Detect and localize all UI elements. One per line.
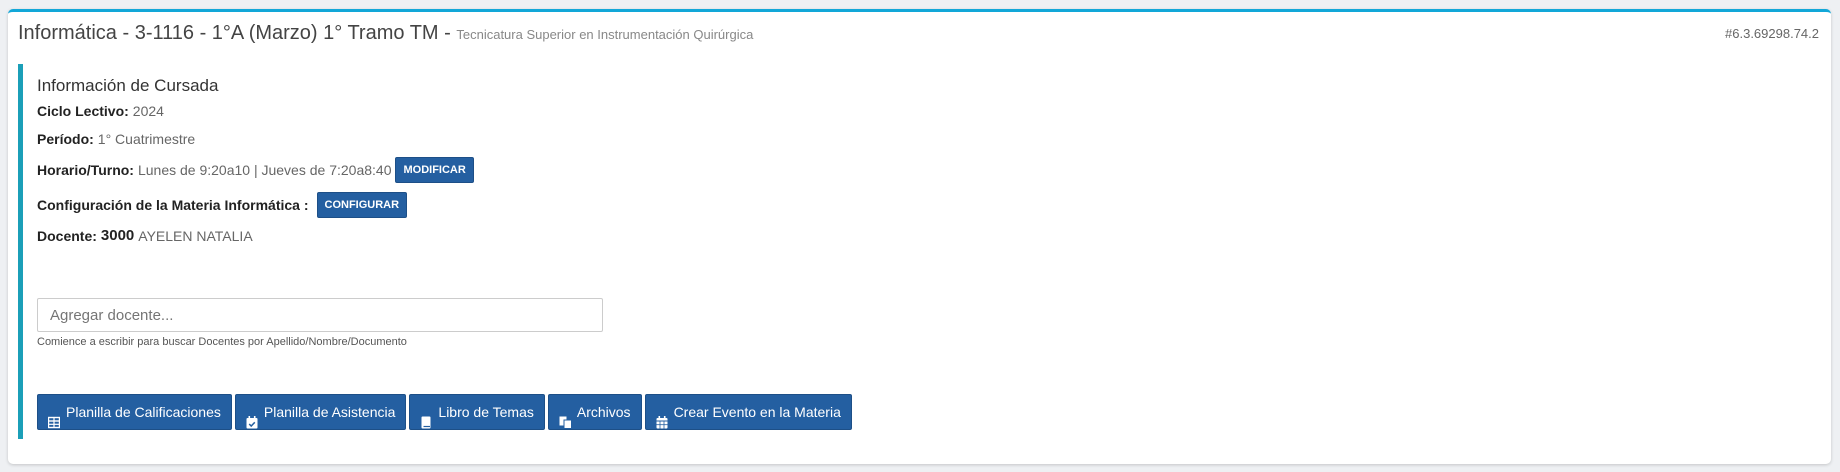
config-label: Configuración de la Materia Informática … bbox=[37, 197, 309, 213]
docente-name: AYELEN NATALIA bbox=[138, 227, 253, 244]
planilla-asistencia-button[interactable]: Planilla de Asistencia bbox=[234, 394, 407, 430]
calendar-check-icon bbox=[246, 406, 258, 428]
info-title: Información de Cursada bbox=[37, 76, 219, 95]
archivos-button[interactable]: Archivos bbox=[547, 394, 642, 430]
docente-row: Docente: 3000 AYELEN NATALIA bbox=[37, 227, 253, 244]
periodo-row: Período: 1° Cuatrimestre bbox=[37, 131, 195, 147]
book-icon bbox=[420, 406, 432, 428]
files-icon bbox=[559, 406, 572, 429]
archivos-label: Archivos bbox=[576, 404, 631, 420]
table-icon bbox=[47, 406, 61, 428]
ciclo-label: Ciclo Lectivo: bbox=[37, 103, 129, 119]
page-title: Informática - 3-1116 - 1°A (Marzo) 1° Tr… bbox=[18, 22, 753, 45]
modificar-button[interactable]: MODIFICAR bbox=[395, 157, 474, 183]
ciclo-value: 2024 bbox=[132, 103, 164, 119]
course-panel: Informática - 3-1116 - 1°A (Marzo) 1° Tr… bbox=[8, 9, 1831, 464]
configurar-button[interactable]: CONFIGURAR bbox=[316, 192, 408, 218]
docente-label: Docente: bbox=[37, 227, 97, 244]
libro-temas-label: Libro de Temas bbox=[438, 404, 534, 420]
docente-search-input[interactable] bbox=[37, 298, 603, 332]
course-title: Informática - 3-1116 - 1°A (Marzo) 1° Tr… bbox=[18, 22, 451, 44]
docente-number: 3000 bbox=[100, 227, 135, 244]
horario-row: Horario/Turno: Lunes de 9:20a10 | Jueves… bbox=[37, 157, 474, 183]
ciclo-row: Ciclo Lectivo: 2024 bbox=[37, 103, 164, 119]
action-buttons: Planilla de Calificaciones Planilla de A… bbox=[37, 394, 852, 430]
version-label: #6.3.69298.74.2 bbox=[1725, 26, 1819, 41]
horario-value: Lunes de 9:20a10 | Jueves de 7:20a8:40 bbox=[137, 162, 392, 178]
periodo-label: Período: bbox=[37, 131, 94, 147]
planilla-calificaciones-label: Planilla de Calificaciones bbox=[66, 404, 221, 420]
libro-temas-button[interactable]: Libro de Temas bbox=[409, 394, 545, 430]
search-help-text: Comience a escribir para buscar Docentes… bbox=[37, 336, 407, 348]
calendar-icon bbox=[656, 406, 668, 428]
planilla-calificaciones-button[interactable]: Planilla de Calificaciones bbox=[37, 394, 232, 430]
course-info-box: Información de Cursada Ciclo Lectivo: 20… bbox=[18, 64, 1808, 439]
planilla-asistencia-label: Planilla de Asistencia bbox=[263, 404, 396, 420]
crear-evento-label: Crear Evento en la Materia bbox=[673, 404, 841, 420]
career-subtitle: Tecnicatura Superior en Instrumentación … bbox=[456, 27, 754, 42]
crear-evento-button[interactable]: Crear Evento en la Materia bbox=[644, 394, 852, 430]
config-row: Configuración de la Materia Informática … bbox=[37, 192, 408, 218]
horario-label: Horario/Turno: bbox=[37, 162, 134, 178]
periodo-value: 1° Cuatrimestre bbox=[97, 131, 196, 147]
